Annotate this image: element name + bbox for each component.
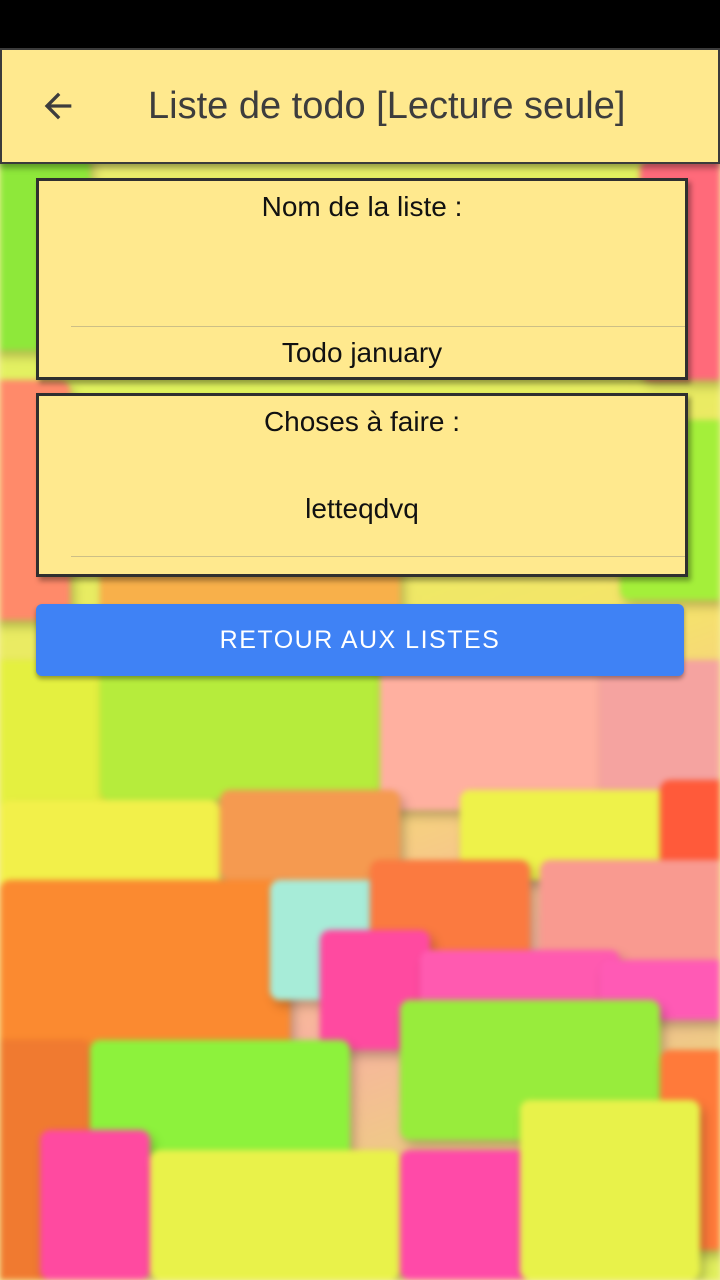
todo-item: letteqdvq — [305, 493, 419, 524]
list-name-label: Nom de la liste : — [261, 191, 463, 222]
todo-items-divider — [71, 556, 685, 557]
page-title: Liste de todo [Lecture seule] — [148, 85, 626, 127]
list-name-value: Todo january — [281, 337, 443, 368]
list-name-divider — [71, 326, 685, 327]
app-bar: Liste de todo [Lecture seule] — [0, 48, 720, 164]
list-name-card: Nom de la liste : Todo january — [36, 178, 688, 380]
back-to-lists-button[interactable]: RETOUR AUX LISTES — [36, 604, 684, 676]
todo-items-card: Choses à faire : letteqdvq — [36, 393, 688, 577]
back-button[interactable] — [30, 80, 86, 136]
status-bar — [0, 0, 720, 48]
todo-items-label: Choses à faire : — [263, 406, 461, 437]
arrow-left-icon — [38, 86, 78, 131]
